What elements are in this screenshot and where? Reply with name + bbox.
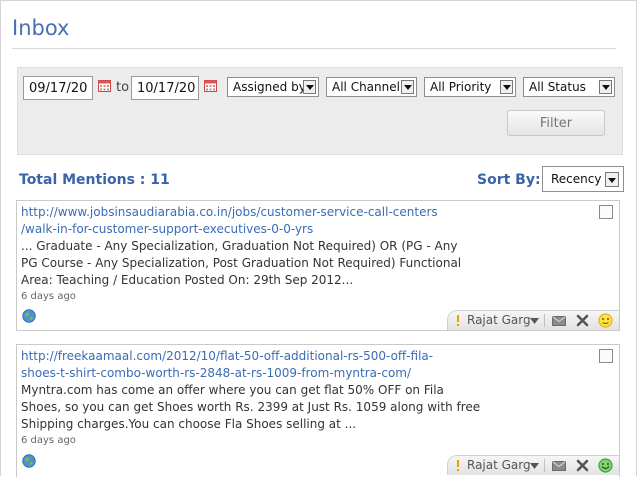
chevron-down-icon bbox=[605, 172, 619, 187]
mail-icon[interactable] bbox=[552, 316, 566, 326]
mention-card: http://freekaamaal.com/2012/10/flat-50-o… bbox=[16, 344, 620, 477]
title-divider bbox=[12, 48, 616, 49]
globe-icon bbox=[22, 454, 36, 468]
priority-select[interactable]: All Priority bbox=[424, 77, 516, 97]
chevron-down-icon bbox=[599, 80, 612, 94]
mention-age: 6 days ago bbox=[21, 435, 76, 446]
total-mentions: Total Mentions : 11 bbox=[19, 172, 170, 188]
mention-toolbar: Rajat Garg bbox=[447, 310, 619, 330]
status-select[interactable]: All Status bbox=[523, 77, 615, 97]
sort-by-label: Sort By: bbox=[477, 172, 541, 188]
mention-checkbox[interactable] bbox=[599, 205, 613, 219]
mention-text: Myntra.com has come an offer where you c… bbox=[21, 382, 581, 433]
chevron-down-icon bbox=[401, 80, 414, 94]
mention-url-line: http://www.jobsinsaudiarabia.co.in/jobs/… bbox=[21, 205, 438, 219]
page-title: Inbox bbox=[12, 16, 70, 40]
mention-toolbar: Rajat Garg bbox=[447, 455, 619, 475]
mention-text-line: ... Graduate - Any Specialization, Gradu… bbox=[21, 239, 458, 253]
mention-url-line: /walk-in-for-customer-support-executives… bbox=[21, 222, 314, 236]
mention-url-line: http://freekaamaal.com/2012/10/flat-50-o… bbox=[21, 349, 434, 363]
sort-value: Recency bbox=[551, 172, 602, 186]
toolbar-divider bbox=[544, 459, 545, 472]
sort-select[interactable]: Recency bbox=[542, 166, 624, 192]
mention-text-line: Area: Teaching / Education Posted On: 29… bbox=[21, 273, 354, 287]
chevron-down-icon[interactable] bbox=[530, 318, 539, 324]
date-to-field[interactable]: 10/17/20 bbox=[131, 76, 199, 100]
date-range-separator: to bbox=[116, 80, 130, 95]
priority-icon[interactable] bbox=[455, 460, 461, 472]
close-icon[interactable] bbox=[576, 314, 589, 327]
neutral-sentiment-icon[interactable] bbox=[598, 313, 613, 328]
assignee-name[interactable]: Rajat Garg bbox=[467, 311, 531, 330]
channel-value: All Channel bbox=[332, 80, 400, 94]
mention-checkbox[interactable] bbox=[599, 349, 613, 363]
mail-icon[interactable] bbox=[552, 461, 566, 471]
toolbar-divider bbox=[544, 314, 545, 327]
priority-icon[interactable] bbox=[455, 315, 461, 327]
priority-value: All Priority bbox=[430, 80, 492, 94]
mention-url-line: shoes-t-shirt-combo-worth-rs-2848-at-rs-… bbox=[21, 366, 412, 380]
close-icon[interactable] bbox=[576, 459, 589, 472]
mention-text-line: Myntra.com has come an offer where you c… bbox=[21, 383, 444, 397]
filter-panel: 09/17/20 to 10/17/20 Assigned by All Cha… bbox=[17, 67, 623, 155]
mention-link[interactable]: http://freekaamaal.com/2012/10/flat-50-o… bbox=[21, 348, 581, 382]
date-from-field[interactable]: 09/17/20 bbox=[23, 76, 93, 100]
chevron-down-icon[interactable] bbox=[530, 463, 539, 469]
chevron-down-icon bbox=[500, 80, 513, 94]
chevron-down-icon bbox=[303, 80, 316, 94]
assigned-by-select[interactable]: Assigned by bbox=[227, 77, 319, 97]
filter-button[interactable]: Filter bbox=[507, 110, 605, 136]
calendar-to-icon[interactable] bbox=[204, 80, 217, 92]
mention-text-line: Shoes, so you can get Shoes worth Rs. 23… bbox=[21, 400, 481, 414]
mention-link[interactable]: http://www.jobsinsaudiarabia.co.in/jobs/… bbox=[21, 204, 581, 238]
positive-sentiment-icon[interactable] bbox=[598, 458, 613, 473]
mention-text-line: PG Course - Any Specialization, Post Gra… bbox=[21, 256, 462, 270]
globe-icon bbox=[22, 309, 36, 323]
channel-select[interactable]: All Channel bbox=[326, 77, 417, 97]
status-value: All Status bbox=[529, 80, 586, 94]
mention-card: http://www.jobsinsaudiarabia.co.in/jobs/… bbox=[16, 200, 620, 331]
assignee-name[interactable]: Rajat Garg bbox=[467, 456, 531, 475]
mention-age: 6 days ago bbox=[21, 291, 76, 302]
assigned-by-value: Assigned by bbox=[233, 80, 306, 94]
mention-text-line: Shipping charges.You can choose Fla Shoe… bbox=[21, 417, 357, 431]
calendar-from-icon[interactable] bbox=[98, 80, 111, 92]
mention-text: ... Graduate - Any Specialization, Gradu… bbox=[21, 238, 581, 289]
